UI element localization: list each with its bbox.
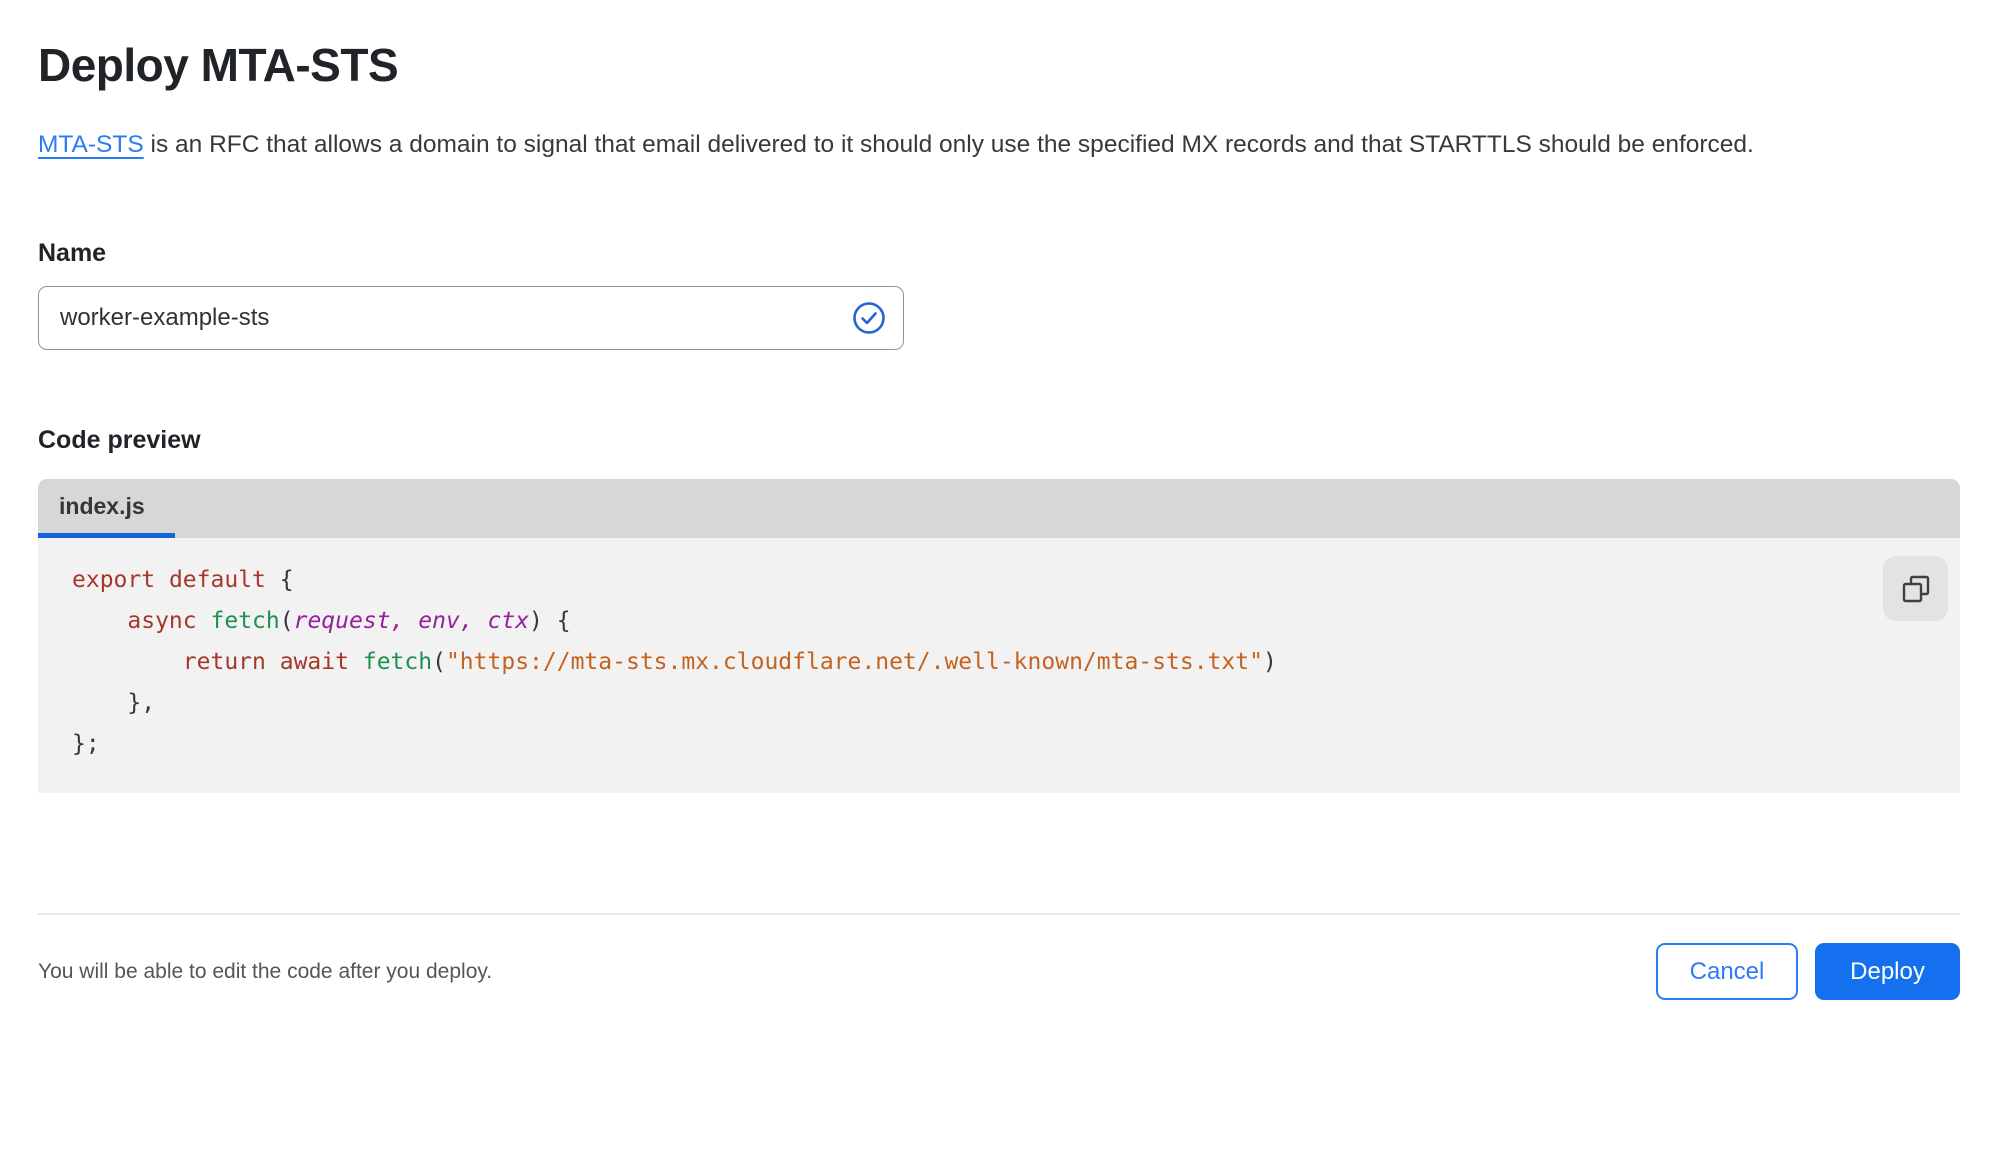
mta-sts-link[interactable]: MTA-STS bbox=[38, 131, 144, 158]
copy-icon bbox=[1902, 575, 1929, 602]
footer: You will be able to edit the code after … bbox=[38, 943, 1960, 1000]
deploy-button[interactable]: Deploy bbox=[1815, 943, 1960, 1000]
cancel-button[interactable]: Cancel bbox=[1656, 943, 1798, 1000]
name-input-wrap bbox=[38, 286, 904, 350]
code-tab-bar: index.js bbox=[38, 479, 1960, 538]
page-title: Deploy MTA-STS bbox=[38, 39, 399, 91]
name-input[interactable] bbox=[38, 286, 904, 350]
code-block: export default { async fetch(request, en… bbox=[72, 567, 1277, 757]
copy-code-button[interactable] bbox=[1883, 556, 1948, 621]
code-preview-heading: Code preview bbox=[38, 426, 201, 454]
description-text: is an RFC that allows a domain to signal… bbox=[143, 131, 1754, 158]
footer-note: You will be able to edit the code after … bbox=[38, 959, 493, 983]
tab-label: index.js bbox=[59, 492, 145, 519]
footer-divider bbox=[38, 913, 1960, 915]
name-label: Name bbox=[38, 239, 107, 267]
tab-index-js[interactable]: index.js bbox=[38, 479, 175, 538]
code-preview-card: index.js export default { async fetch(re… bbox=[38, 479, 1960, 793]
footer-buttons: Cancel Deploy bbox=[1656, 943, 1960, 1000]
description: MTA-STS is an RFC that allows a domain t… bbox=[38, 122, 1959, 167]
code-area: export default { async fetch(request, en… bbox=[38, 538, 1960, 793]
